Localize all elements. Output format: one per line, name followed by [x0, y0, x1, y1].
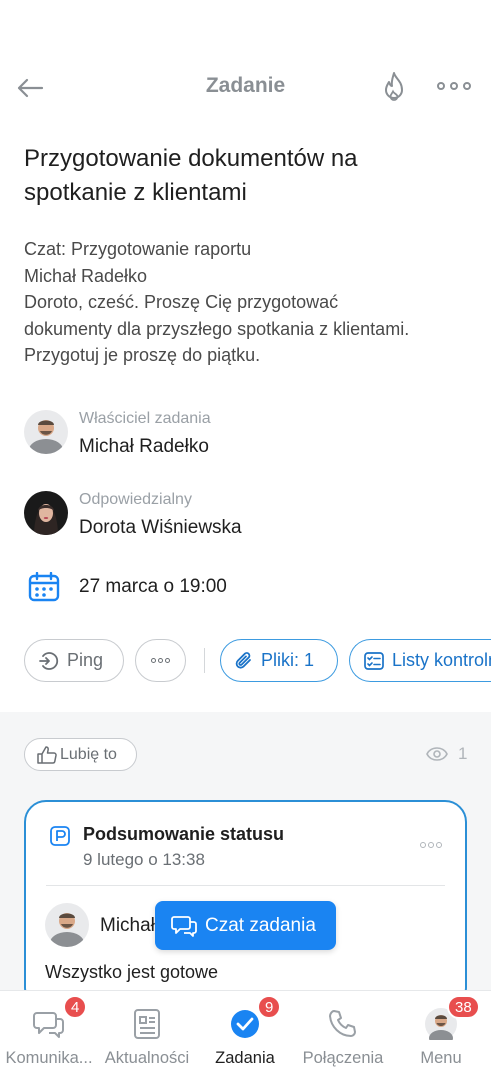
messages-badge: 4 [63, 995, 88, 1019]
news-icon [130, 1007, 164, 1041]
task-description: Czat: Przygotowanie raportu Michał Radeł… [24, 236, 474, 369]
task-chat-button[interactable]: Czat zadania [155, 901, 336, 950]
paperclip-icon [235, 651, 251, 669]
bottom-navigation: 4 Komunika... Aktualności 9 Zadania Połą… [0, 990, 491, 1080]
files-label: Pliki: 1 [261, 650, 315, 670]
eye-icon [426, 747, 448, 761]
divider [46, 885, 445, 886]
responsible-role-label: Odpowiedzialny [79, 491, 192, 508]
menu-badge: 38 [447, 995, 480, 1019]
like-label: Lubię to [60, 745, 117, 763]
tab-tasks[interactable]: 9 Zadania [196, 991, 294, 1080]
chat-button-label: Czat zadania [205, 914, 316, 936]
avatar [24, 491, 68, 535]
views-count: 1 [458, 744, 468, 763]
view-count: 1 [426, 744, 467, 764]
page-title: Zadanie [205, 74, 286, 97]
like-button[interactable]: Lubię to [24, 738, 137, 771]
owner-role-label: Właściciel zadania [79, 410, 211, 427]
tab-label: Aktualności [104, 1049, 190, 1067]
description-line: dokumenty dla przyszłego spotkania z kli… [24, 318, 410, 339]
phone-icon [326, 1007, 360, 1041]
action-chips: Ping Pliki: 1 Listy kontrolne [24, 639, 491, 683]
responsible-name: Dorota Wiśniewska [79, 517, 242, 538]
tab-label: Połączenia [302, 1049, 384, 1067]
description-line: Czat: Przygotowanie raportu [24, 239, 252, 259]
calendar-icon [28, 571, 60, 607]
status-time: 9 lutego o 13:38 [83, 850, 205, 869]
status-title: Podsumowanie statusu [83, 824, 285, 844]
tab-label: Zadania [215, 1049, 275, 1067]
checklist-icon [364, 651, 384, 670]
deadline-row[interactable]: 27 marca o 19:00 [28, 571, 428, 607]
description-line: Przygotuj je proszę do piątku. [24, 345, 261, 365]
tab-menu[interactable]: 38 Menu [392, 991, 490, 1080]
tasks-check-icon [228, 1007, 262, 1041]
tab-news[interactable]: Aktualności [98, 991, 196, 1080]
avatar [45, 903, 89, 947]
checklists-button[interactable]: Listy kontrolne [349, 639, 491, 682]
tab-label: Menu [420, 1049, 462, 1067]
avatar [24, 410, 68, 454]
thumbs-up-icon [37, 745, 57, 764]
ping-button[interactable]: Ping [24, 639, 124, 682]
description-line: Doroto, cześć. Proszę Cię przygotować [24, 292, 339, 312]
more-options-icon[interactable] [437, 76, 471, 96]
tab-messages[interactable]: 4 Komunika... [0, 991, 98, 1080]
task-title: Przygotowanie dokumentów na spotkanie z … [24, 145, 358, 206]
divider [204, 648, 205, 673]
status-more-icon[interactable] [419, 842, 443, 848]
tab-label: Komunika... [5, 1049, 93, 1067]
chat-icon [171, 915, 197, 937]
status-flag-icon [50, 826, 70, 851]
checklists-label: Listy kontrolne [392, 650, 491, 670]
flame-icon[interactable] [380, 71, 408, 103]
status-message: Wszystko jest gotowe [45, 962, 219, 982]
task-owner[interactable]: Właściciel zadania Michał Radełko [24, 410, 464, 460]
top-bar: Zadanie [0, 62, 491, 114]
more-actions-button[interactable] [135, 639, 186, 682]
tasks-badge: 9 [257, 995, 282, 1019]
deadline-date: 27 marca o 19:00 [79, 576, 227, 597]
ping-label: Ping [67, 650, 104, 670]
task-responsible[interactable]: Odpowiedzialny Dorota Wiśniewska [24, 491, 464, 541]
files-button[interactable]: Pliki: 1 [220, 639, 338, 682]
owner-name: Michał Radełko [79, 436, 209, 457]
ping-icon [39, 651, 59, 670]
tab-calls[interactable]: Połączenia [294, 991, 392, 1080]
description-line: Michał Radełko [24, 265, 148, 286]
messages-icon [32, 1007, 66, 1041]
